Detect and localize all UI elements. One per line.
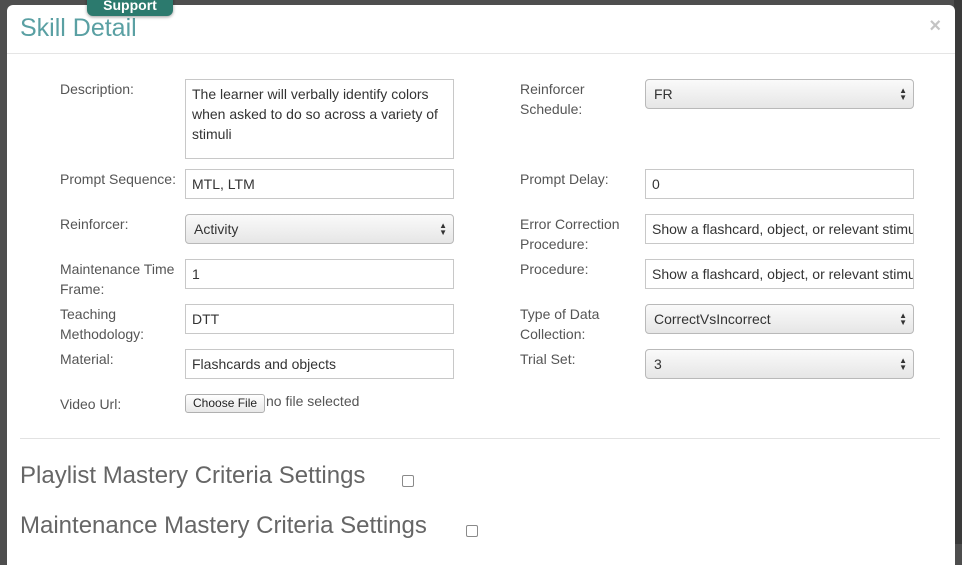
maintenance-time-frame-label: Maintenance Time Frame:: [60, 261, 175, 297]
procedure-label: Procedure:: [520, 261, 589, 277]
select-arrows-icon: ▲ ▼: [899, 86, 907, 102]
material-input[interactable]: Flashcards and objects: [185, 349, 454, 379]
reinforcer-select-value: Activity: [194, 221, 239, 237]
reinforcer-schedule-value: FR: [654, 86, 673, 102]
maintenance-mastery-heading: Maintenance Mastery Criteria Settings: [20, 512, 427, 539]
prompt-delay-input[interactable]: 0: [645, 169, 914, 199]
select-arrows-icon: ▲ ▼: [439, 221, 447, 237]
material-label: Material:: [60, 351, 114, 367]
data-collection-select[interactable]: CorrectVsIncorrect ▲ ▼: [645, 304, 914, 334]
select-arrows-icon: ▲ ▼: [899, 356, 907, 372]
trial-set-value: 3: [654, 356, 662, 372]
reinforcer-schedule-label: Reinforcer Schedule:: [520, 81, 585, 117]
maintenance-time-frame-input[interactable]: 1: [185, 259, 454, 289]
procedure-input[interactable]: Show a flashcard, object, or relevant st…: [645, 259, 914, 289]
teaching-methodology-label: Teaching Methodology:: [60, 306, 145, 342]
modal-backdrop: [954, 0, 962, 544]
data-collection-label: Type of Data Collection:: [520, 306, 600, 342]
modal-title: Skill Detail: [20, 14, 137, 42]
select-arrows-icon: ▲ ▼: [899, 311, 907, 327]
support-tab[interactable]: Support: [87, 0, 173, 16]
playlist-mastery-heading: Playlist Mastery Criteria Settings: [20, 462, 366, 489]
error-correction-input[interactable]: Show a flashcard, object, or relevant st…: [645, 214, 914, 244]
close-icon[interactable]: ×: [929, 16, 941, 36]
trial-set-select[interactable]: 3 ▲ ▼: [645, 349, 914, 379]
teaching-methodology-input[interactable]: DTT: [185, 304, 454, 334]
maintenance-mastery-checkbox[interactable]: [466, 525, 478, 537]
reinforcer-label: Reinforcer:: [60, 216, 129, 232]
reinforcer-schedule-select[interactable]: FR ▲ ▼: [645, 79, 914, 109]
section-divider: [20, 438, 940, 439]
choose-file-button[interactable]: Choose File: [185, 394, 266, 413]
prompt-sequence-label: Prompt Sequence:: [60, 171, 176, 187]
reinforcer-select[interactable]: Activity ▲ ▼: [185, 214, 454, 244]
skill-detail-modal: Skill Detail × Description: The learner …: [7, 5, 955, 565]
prompt-delay-label: Prompt Delay:: [520, 171, 609, 187]
description-label: Description:: [60, 81, 134, 97]
file-status-text: no file selected: [266, 393, 360, 409]
description-textarea[interactable]: The learner will verbally identify color…: [185, 79, 454, 159]
error-correction-label: Error Correction Procedure:: [520, 216, 620, 252]
prompt-sequence-input[interactable]: MTL, LTM: [185, 169, 454, 199]
data-collection-value: CorrectVsIncorrect: [654, 311, 771, 327]
playlist-mastery-checkbox[interactable]: [402, 475, 414, 487]
trial-set-label: Trial Set:: [520, 351, 576, 367]
video-url-label: Video Url:: [60, 396, 122, 412]
